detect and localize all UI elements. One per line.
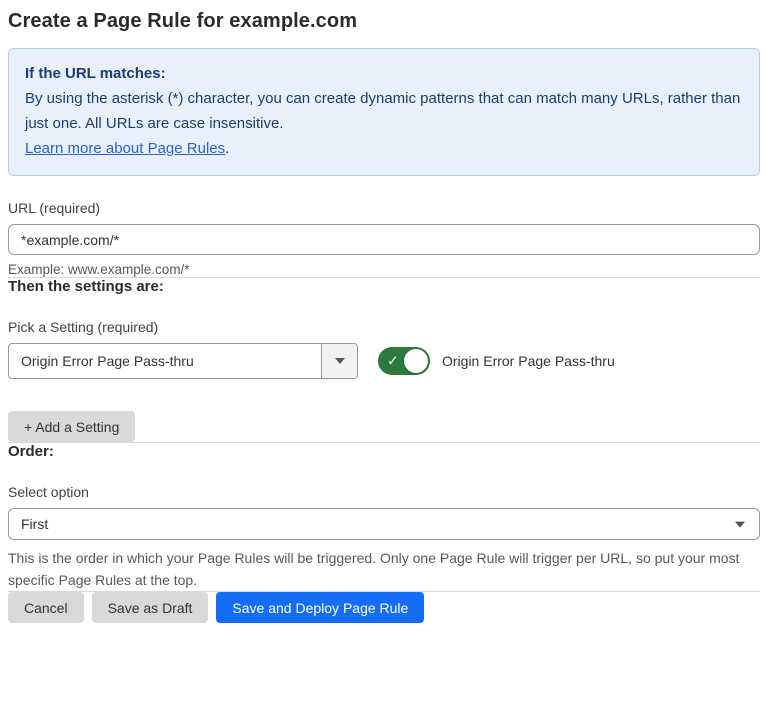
save-and-deploy-button[interactable]: Save and Deploy Page Rule bbox=[216, 592, 425, 623]
order-section-heading: Order: bbox=[8, 443, 54, 460]
caret-down-icon bbox=[334, 358, 345, 364]
setting-dropdown[interactable]: Origin Error Page Pass-thru bbox=[8, 343, 358, 379]
caret-down-icon bbox=[735, 521, 745, 528]
order-helper-text: This is the order in which your Page Rul… bbox=[8, 550, 740, 588]
setting-dropdown-value: Origin Error Page Pass-thru bbox=[21, 353, 194, 369]
order-select-value: First bbox=[21, 516, 49, 532]
url-match-info-box: If the URL matches: By using the asteris… bbox=[8, 48, 760, 176]
setting-dropdown-arrow-button[interactable] bbox=[321, 344, 357, 378]
add-setting-button[interactable]: + Add a Setting bbox=[8, 411, 136, 442]
info-box-link-line: Learn more about Page Rules. bbox=[25, 136, 743, 161]
cancel-button[interactable]: Cancel bbox=[8, 592, 84, 623]
order-select[interactable]: First bbox=[8, 508, 760, 540]
url-field-label: URL (required) bbox=[8, 200, 101, 216]
url-input[interactable] bbox=[8, 224, 760, 255]
setting-row: Origin Error Page Pass-thru ✓ Origin Err… bbox=[8, 343, 760, 379]
settings-section-heading: Then the settings are: bbox=[8, 278, 164, 295]
toggle-knob bbox=[404, 349, 428, 373]
url-field-helper: Example: www.example.com/* bbox=[8, 262, 190, 277]
check-icon: ✓ bbox=[387, 352, 399, 369]
info-box-heading: If the URL matches: bbox=[25, 65, 166, 82]
info-box-body: By using the asterisk (*) character, you… bbox=[25, 90, 741, 132]
learn-more-link[interactable]: Learn more about Page Rules bbox=[25, 140, 225, 157]
link-suffix: . bbox=[225, 140, 230, 157]
select-option-label: Select option bbox=[8, 484, 89, 500]
origin-error-toggle[interactable]: ✓ bbox=[378, 347, 430, 375]
save-as-draft-button[interactable]: Save as Draft bbox=[91, 592, 209, 623]
page-title: Create a Page Rule for example.com bbox=[8, 10, 358, 32]
toggle-label: Origin Error Page Pass-thru bbox=[442, 353, 615, 369]
pick-setting-label: Pick a Setting (required) bbox=[8, 319, 159, 335]
footer-actions: Cancel Save as Draft Save and Deploy Pag… bbox=[8, 592, 760, 623]
